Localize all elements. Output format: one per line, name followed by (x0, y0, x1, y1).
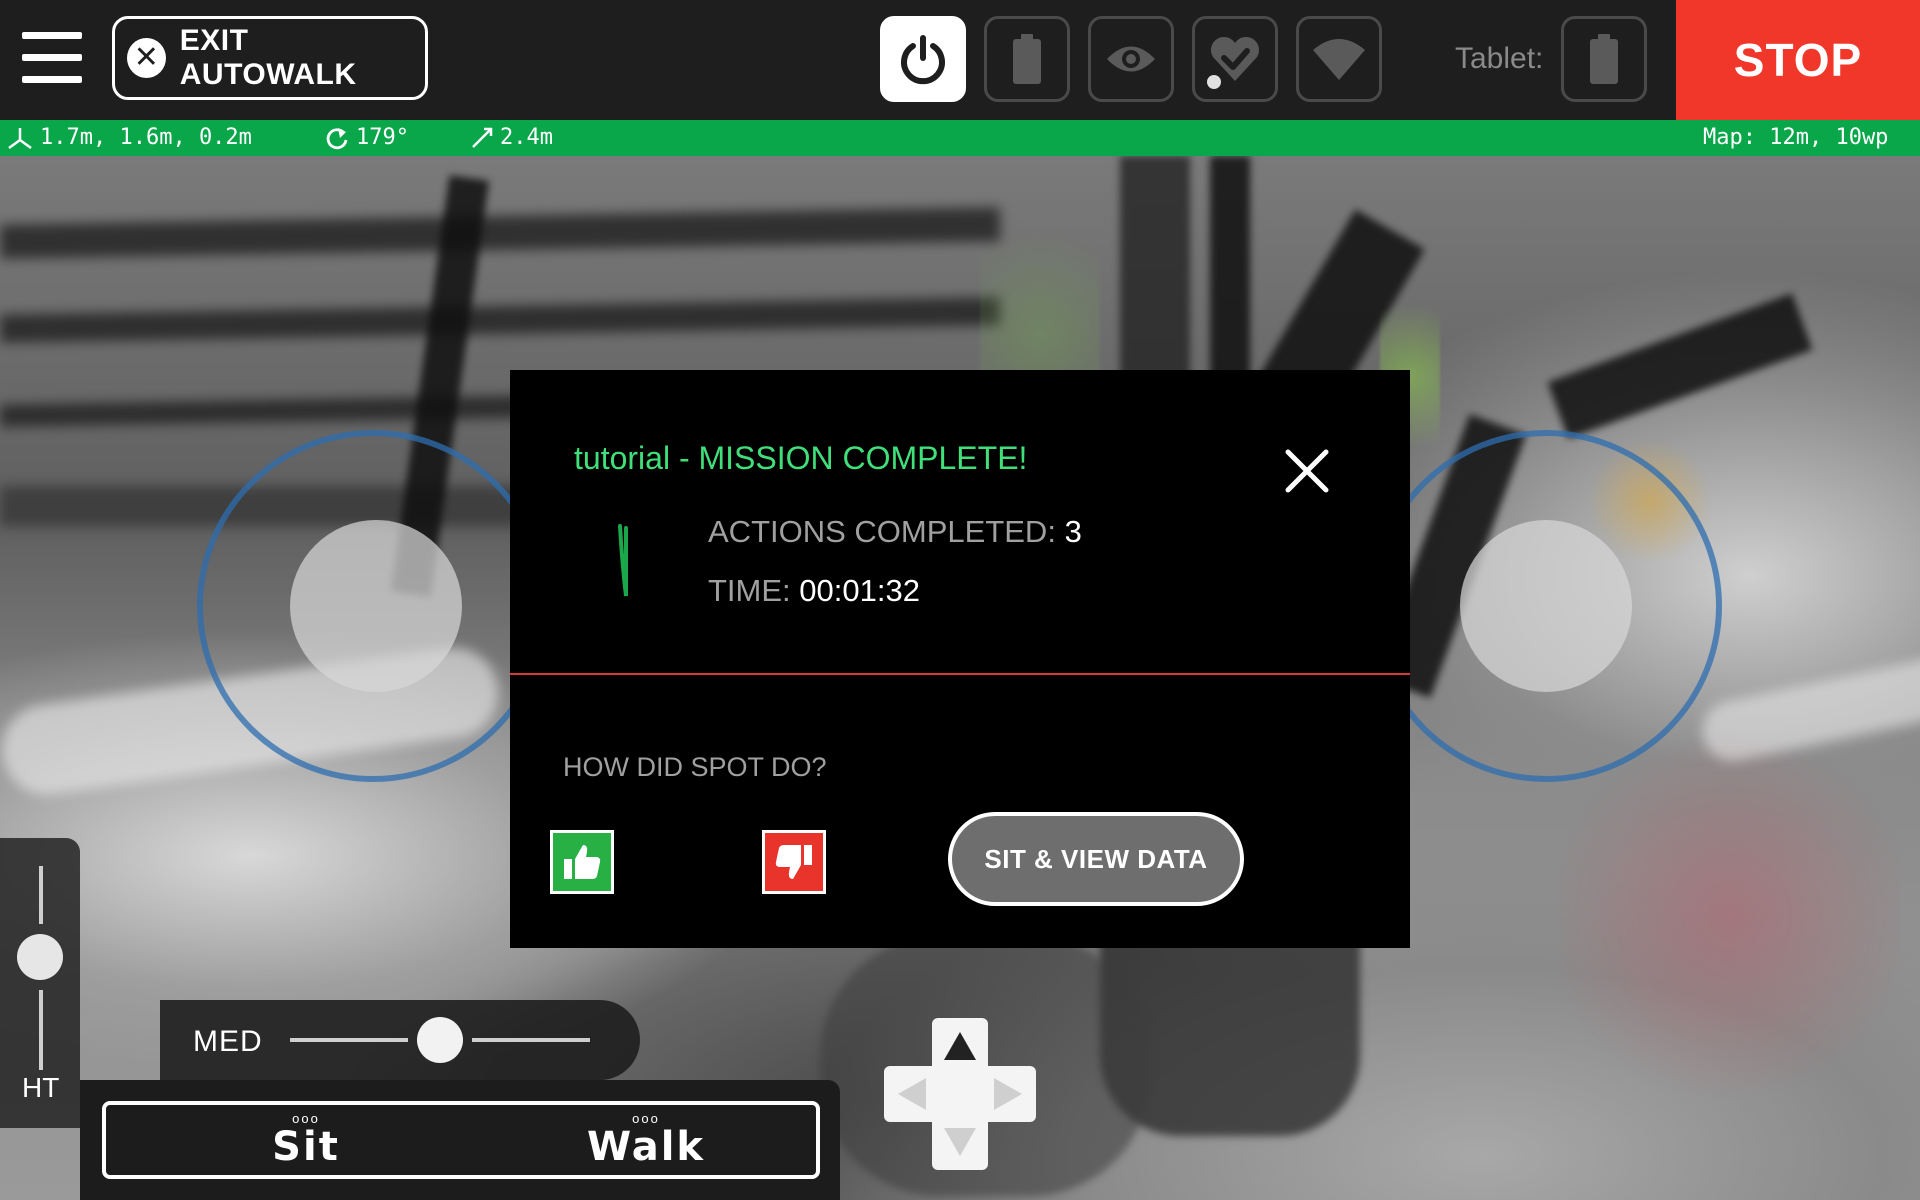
stop-label: STOP (1733, 34, 1863, 86)
status-bar: 1.7m, 1.6m, 0.2m 179° 2.4m Map: 12m, 10w… (0, 120, 1920, 156)
distance-icon (472, 127, 493, 148)
power-button[interactable] (880, 16, 966, 102)
speed-track-right[interactable] (472, 1038, 590, 1042)
tablet-label: Tablet: (1455, 42, 1544, 75)
dialog-title: tutorial - MISSION COMPLETE! (574, 440, 1028, 476)
actions-completed: ACTIONS COMPLETED: 3 (708, 514, 1082, 550)
left-joystick-knob[interactable] (290, 520, 462, 692)
right-joystick-knob[interactable] (1460, 520, 1632, 692)
eye-icon (1107, 46, 1155, 72)
height-label: HT (22, 1072, 60, 1103)
close-icon[interactable] (1282, 446, 1332, 496)
mode-selector: ooo Sit ooo Walk (102, 1101, 820, 1179)
battery-button[interactable] (984, 16, 1070, 102)
arrow-up-icon (944, 1032, 976, 1060)
speed-slider-knob[interactable] (417, 1017, 463, 1063)
sit-and-view-data-button[interactable]: SIT & VIEW DATA (948, 812, 1244, 906)
dpad-right-button[interactable] (980, 1066, 1036, 1122)
mission-complete-dialog: tutorial - MISSION COMPLETE! ACTIONS COM… (510, 370, 1410, 948)
tablet-battery-icon (1590, 34, 1618, 84)
stop-button[interactable]: STOP (1676, 0, 1920, 120)
exit-autowalk-button[interactable]: ✕ EXIT AUTOWALK (112, 16, 428, 100)
height-slider-panel: HT (0, 838, 80, 1128)
thumbs-up-button[interactable] (550, 830, 614, 894)
dialog-divider (510, 673, 1410, 675)
top-bar: ✕ EXIT AUTOWALK Tablet: STOP (0, 0, 1920, 120)
arrow-left-icon (898, 1078, 926, 1110)
actions-value: 3 (1064, 514, 1082, 549)
check-icon (618, 524, 628, 597)
map-readout: Map: 12m, 10wp (1703, 125, 1888, 150)
rotate-icon (326, 127, 348, 149)
heart-check-icon (1207, 36, 1260, 89)
mode-panel: ooo Sit ooo Walk (80, 1080, 840, 1200)
speed-slider-panel: MED (160, 1000, 640, 1080)
height-track-upper[interactable] (39, 866, 43, 924)
power-icon (901, 35, 945, 85)
walk-label: Walk (587, 1124, 705, 1170)
sit-view-label: SIT & VIEW DATA (984, 843, 1208, 874)
tablet-battery-button[interactable] (1561, 16, 1647, 102)
wifi-button[interactable] (1296, 16, 1382, 102)
vision-button[interactable] (1088, 16, 1174, 102)
distance-readout: 2.4m (470, 125, 553, 150)
position-readout: 1.7m, 1.6m, 0.2m (6, 125, 252, 150)
health-button[interactable] (1192, 16, 1278, 102)
arrow-down-icon (944, 1128, 976, 1156)
map-value: Map: 12m, 10wp (1703, 125, 1889, 150)
rotation-readout: 179° (324, 125, 409, 150)
battery-icon (1013, 34, 1041, 84)
actions-label: ACTIONS COMPLETED: (708, 514, 1056, 549)
height-track-lower[interactable] (39, 990, 43, 1070)
time-label: TIME: (708, 573, 791, 608)
thumbs-up-icon (564, 845, 601, 879)
sit-label: Sit (272, 1124, 340, 1170)
wifi-icon (1313, 39, 1365, 80)
height-slider-knob[interactable] (17, 934, 63, 980)
speed-label: MED (193, 1025, 263, 1058)
rotation-value: 179° (356, 125, 409, 150)
distance-value: 2.4m (500, 125, 553, 150)
mission-time: TIME: 00:01:32 (708, 573, 920, 609)
position-value: 1.7m, 1.6m, 0.2m (40, 125, 252, 150)
dpad-down-button[interactable] (932, 1114, 988, 1170)
axes-icon (8, 127, 32, 149)
sit-button[interactable]: ooo Sit (206, 1105, 406, 1175)
exit-autowalk-label: EXIT AUTOWALK (179, 24, 357, 91)
speed-track-left[interactable] (290, 1038, 408, 1042)
thumbs-down-icon (775, 845, 812, 879)
feedback-question: HOW DID SPOT DO? (563, 752, 827, 782)
walk-button[interactable]: ooo Walk (546, 1105, 746, 1175)
arrow-right-icon (994, 1078, 1022, 1110)
menu-icon[interactable] (22, 32, 82, 84)
thumbs-down-button[interactable] (762, 830, 826, 894)
close-circle-icon: ✕ (127, 38, 166, 78)
time-value: 00:01:32 (799, 573, 920, 608)
